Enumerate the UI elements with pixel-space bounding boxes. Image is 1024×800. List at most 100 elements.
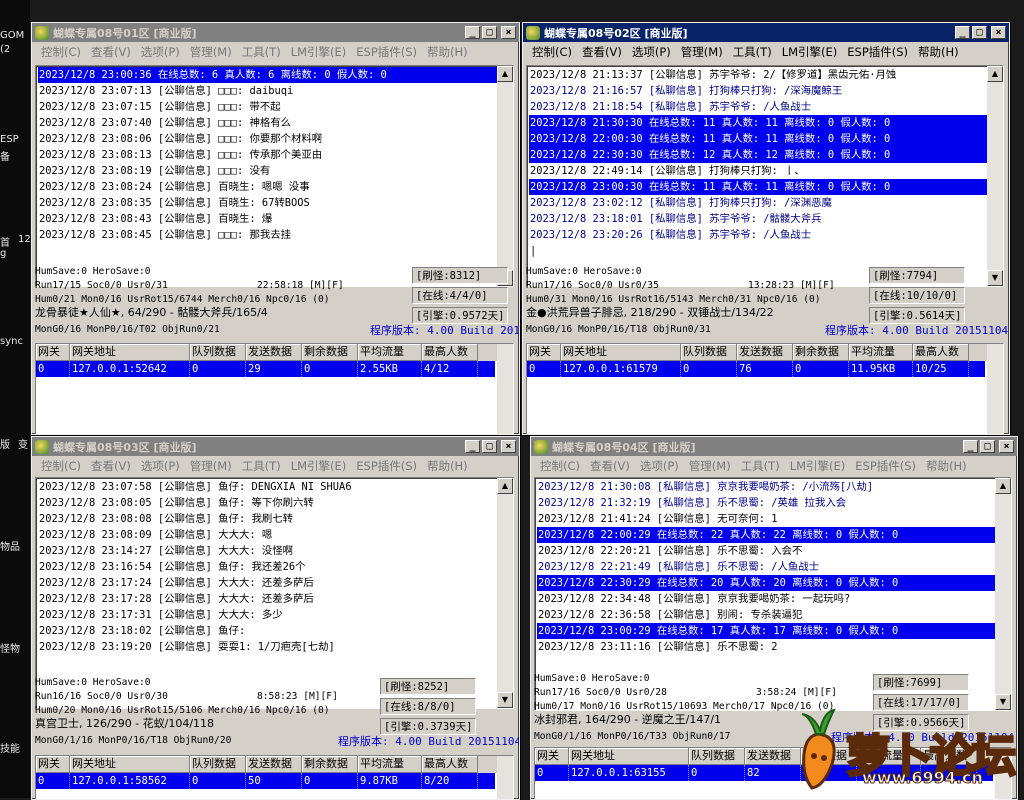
menu-item[interactable]: 工具(T): [237, 44, 286, 60]
maximize-button[interactable]: □: [980, 440, 995, 453]
column-header[interactable]: 网关: [527, 344, 561, 361]
menu-item[interactable]: 帮助(H): [921, 458, 972, 474]
column-header[interactable]: 最高人数: [913, 344, 969, 361]
title-bar[interactable]: 蝴蝶专属08号02区 [商业版] _ □ ×: [523, 23, 1009, 42]
table-row[interactable]: 0 127.0.0.1:61579 0 76 0 11.95KB 10/25: [527, 361, 985, 377]
menu-item[interactable]: 管理(M): [684, 458, 736, 474]
menu-item[interactable]: 查看(V): [585, 458, 635, 474]
menu-item[interactable]: LM引擎(E): [785, 458, 851, 474]
scroll-up-icon[interactable]: ▲: [497, 478, 513, 494]
menu-item[interactable]: 选项(P): [136, 44, 185, 60]
column-header[interactable]: 网关地址: [70, 344, 190, 361]
column-header[interactable]: 发送数据: [246, 344, 302, 361]
menu-item[interactable]: 帮助(H): [913, 44, 964, 60]
desktop-label[interactable]: 变: [18, 436, 28, 451]
title-bar[interactable]: 蝴蝶专属08号04区 [商业版] _ □ ×: [531, 437, 1017, 456]
menu-item[interactable]: 查看(V): [577, 44, 627, 60]
menu-item[interactable]: ESP插件(S): [842, 44, 913, 60]
menu-item[interactable]: 帮助(H): [422, 44, 473, 60]
server-window[interactable]: 蝴蝶专属08号03区 [商业版] _ □ × 控制(C) 查看(V) 选项(P) 管理(M) 工…: [31, 436, 520, 800]
menu-item[interactable]: 控制(C): [36, 44, 86, 60]
scroll-up-icon[interactable]: ▲: [497, 66, 513, 82]
menu-item[interactable]: 帮助(H): [422, 458, 473, 474]
minimize-button[interactable]: _: [955, 26, 970, 39]
column-header[interactable]: 队列数据: [681, 344, 737, 361]
scroll-up-icon[interactable]: ▲: [995, 478, 1011, 494]
desktop-label[interactable]: 备: [0, 148, 10, 163]
gateway-table[interactable]: 网关 网关地址 队列数据 发送数据 剩余数据 平均流量 最高人数 0 127.0.0.1:585…: [35, 755, 514, 799]
title-bar[interactable]: 蝴蝶专属08号03区 [商业版] _ □ ×: [32, 437, 519, 456]
minimize-button[interactable]: _: [465, 440, 480, 453]
desktop-label[interactable]: 12: [18, 234, 31, 245]
menu-item[interactable]: 查看(V): [86, 458, 136, 474]
desktop-label[interactable]: ESP: [0, 134, 19, 145]
maximize-button[interactable]: □: [972, 26, 987, 39]
menu-item[interactable]: 管理(M): [185, 44, 237, 60]
menu-item[interactable]: 选项(P): [627, 44, 676, 60]
log-scrollbar[interactable]: ▲▼: [497, 66, 513, 286]
menu-item[interactable]: 工具(T): [728, 44, 777, 60]
menu-item[interactable]: 管理(M): [185, 458, 237, 474]
gateway-table[interactable]: 网关 网关地址 队列数据 发送数据 剩余数据 平均流量 最高人数 0 127.0.0.1:615…: [526, 343, 1004, 434]
column-header[interactable]: 网关地址: [561, 344, 681, 361]
column-header[interactable]: 剩余数据: [302, 344, 358, 361]
column-header[interactable]: 最高人数: [422, 344, 478, 361]
table-scrollbar[interactable]: [497, 756, 513, 799]
column-header[interactable]: 平均流量: [358, 756, 422, 773]
column-header[interactable]: 最高人数: [422, 756, 478, 773]
desktop-label[interactable]: 物品: [0, 538, 20, 553]
server-window[interactable]: 蝴蝶专属08号02区 [商业版] _ □ × 控制(C) 查看(V) 选项(P) 管理(M) 工…: [522, 22, 1010, 435]
table-row[interactable]: 0 127.0.0.1:52642 0 29 0 2.55KB 4/12: [36, 361, 495, 377]
column-header[interactable]: 网关: [36, 756, 70, 773]
desktop-label[interactable]: g: [0, 248, 6, 259]
desktop-label[interactable]: 首: [0, 234, 10, 249]
log-panel[interactable]: 2023/12/8 23:07:58 [公聊信息] 鱼仔: DENGXIA NI…: [35, 477, 514, 709]
close-button[interactable]: ×: [999, 440, 1014, 453]
column-header[interactable]: 平均流量: [849, 344, 913, 361]
column-header[interactable]: 发送数据: [737, 344, 793, 361]
menu-item[interactable]: ESP插件(S): [351, 44, 422, 60]
column-header[interactable]: 队列数据: [190, 756, 246, 773]
close-button[interactable]: ×: [501, 440, 516, 453]
column-header[interactable]: 网关地址: [569, 748, 689, 765]
maximize-button[interactable]: □: [482, 26, 497, 39]
menu-item[interactable]: 控制(C): [36, 458, 86, 474]
column-header[interactable]: 发送数据: [246, 756, 302, 773]
menu-item[interactable]: LM引擎(E): [286, 44, 352, 60]
table-scrollbar[interactable]: [987, 344, 1003, 434]
log-scrollbar[interactable]: ▲▼: [987, 66, 1003, 286]
column-header[interactable]: 队列数据: [190, 344, 246, 361]
close-button[interactable]: ×: [991, 26, 1006, 39]
menu-item[interactable]: LM引擎(E): [286, 458, 352, 474]
table-scrollbar[interactable]: [497, 344, 513, 434]
column-header[interactable]: 剩余数据: [793, 344, 849, 361]
log-panel[interactable]: 2023/12/8 23:00:36 在线总数: 6 真人数: 6 离线数: 0…: [35, 65, 514, 287]
desktop-label[interactable]: GOM: [0, 30, 24, 41]
table-row[interactable]: 0 127.0.0.1:58562 0 50 0 9.87KB 8/20: [36, 773, 495, 789]
column-header[interactable]: 网关地址: [70, 756, 190, 773]
menu-item[interactable]: LM引擎(E): [777, 44, 843, 60]
scroll-up-icon[interactable]: ▲: [987, 66, 1003, 82]
desktop-label[interactable]: 怪物: [0, 640, 20, 655]
minimize-button[interactable]: _: [963, 440, 978, 453]
menu-item[interactable]: 工具(T): [237, 458, 286, 474]
menu-item[interactable]: 控制(C): [527, 44, 577, 60]
menu-item[interactable]: ESP插件(S): [351, 458, 422, 474]
desktop-label[interactable]: 技能: [0, 740, 20, 755]
menu-item[interactable]: 选项(P): [635, 458, 684, 474]
server-window[interactable]: 蝴蝶专属08号01区 [商业版] _ □ × 控制(C) 查看(V) 选项(P) 管理(M) 工…: [31, 22, 520, 435]
menu-item[interactable]: 管理(M): [676, 44, 728, 60]
gateway-table[interactable]: 网关 网关地址 队列数据 发送数据 剩余数据 平均流量 最高人数 0 127.0.0.1:526…: [35, 343, 514, 434]
column-header[interactable]: 平均流量: [358, 344, 422, 361]
title-bar[interactable]: 蝴蝶专属08号01区 [商业版] _ □ ×: [32, 23, 519, 42]
desktop-label[interactable]: 版: [0, 436, 10, 451]
column-header[interactable]: 队列数据: [689, 748, 745, 765]
column-header[interactable]: 网关: [36, 344, 70, 361]
maximize-button[interactable]: □: [482, 440, 497, 453]
menu-item[interactable]: 选项(P): [136, 458, 185, 474]
log-scrollbar[interactable]: ▲▼: [497, 478, 513, 708]
minimize-button[interactable]: _: [465, 26, 480, 39]
close-button[interactable]: ×: [501, 26, 516, 39]
column-header[interactable]: 网关: [535, 748, 569, 765]
menu-item[interactable]: 控制(C): [535, 458, 585, 474]
